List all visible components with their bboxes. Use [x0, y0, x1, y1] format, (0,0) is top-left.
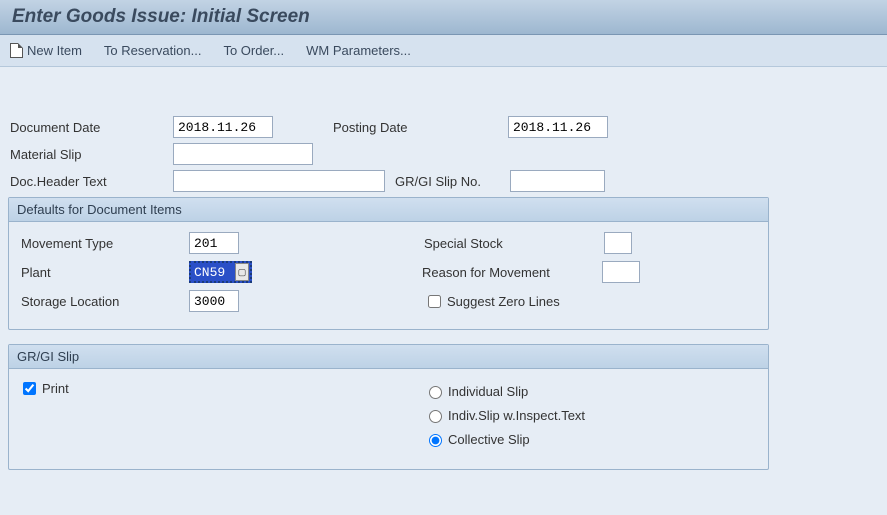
to-order-label: To Order... — [223, 43, 284, 58]
radio-collective[interactable] — [429, 434, 442, 447]
special-stock-label: Special Stock — [424, 236, 604, 251]
defaults-group: Defaults for Document Items Movement Typ… — [8, 197, 769, 330]
reason-input[interactable] — [602, 261, 640, 283]
radio-indiv-inspect-wrap[interactable]: Indiv.Slip w.Inspect.Text — [424, 407, 585, 423]
plant-input[interactable] — [192, 263, 234, 281]
defaults-group-title: Defaults for Document Items — [9, 198, 768, 222]
gr-gi-slip-no-input[interactable] — [510, 170, 605, 192]
special-stock-input[interactable] — [604, 232, 632, 254]
material-slip-input[interactable] — [173, 143, 313, 165]
to-reservation-button[interactable]: To Reservation... — [104, 43, 202, 58]
suggest-zero-label: Suggest Zero Lines — [447, 294, 560, 309]
slip-group: GR/GI Slip Print Individual Slip — [8, 344, 769, 470]
slip-group-title: GR/GI Slip — [9, 345, 768, 369]
toolbar: New Item To Reservation... To Order... W… — [0, 35, 887, 67]
storage-location-input[interactable] — [189, 290, 239, 312]
radio-individual[interactable] — [429, 386, 442, 399]
document-date-input[interactable] — [173, 116, 273, 138]
radio-indiv-inspect[interactable] — [429, 410, 442, 423]
print-wrap[interactable]: Print — [19, 379, 69, 398]
storage-location-label: Storage Location — [19, 294, 189, 309]
radio-individual-label: Individual Slip — [448, 384, 528, 399]
radio-collective-wrap[interactable]: Collective Slip — [424, 431, 530, 447]
print-checkbox[interactable] — [23, 382, 36, 395]
document-date-label: Document Date — [8, 120, 173, 135]
material-slip-label: Material Slip — [8, 147, 173, 162]
to-order-button[interactable]: To Order... — [223, 43, 284, 58]
radio-indiv-inspect-label: Indiv.Slip w.Inspect.Text — [448, 408, 585, 423]
movement-type-input[interactable] — [189, 232, 239, 254]
document-icon — [10, 43, 23, 58]
plant-search-help-button[interactable]: ▢ — [235, 263, 249, 281]
plant-label: Plant — [19, 265, 189, 280]
to-reservation-label: To Reservation... — [104, 43, 202, 58]
suggest-zero-checkbox[interactable] — [428, 295, 441, 308]
movement-type-label: Movement Type — [19, 236, 189, 251]
doc-header-text-input[interactable] — [173, 170, 385, 192]
posting-date-label: Posting Date — [333, 120, 508, 135]
radio-collective-label: Collective Slip — [448, 432, 530, 447]
wm-parameters-label: WM Parameters... — [306, 43, 411, 58]
print-label: Print — [42, 381, 69, 396]
content-area: Document Date Posting Date Material Slip… — [0, 67, 887, 478]
plant-input-wrap: ▢ — [189, 261, 252, 283]
new-item-label: New Item — [27, 43, 82, 58]
radio-individual-wrap[interactable]: Individual Slip — [424, 383, 528, 399]
posting-date-input[interactable] — [508, 116, 608, 138]
new-item-button[interactable]: New Item — [10, 43, 82, 58]
search-help-icon: ▢ — [238, 268, 247, 277]
doc-header-text-label: Doc.Header Text — [8, 174, 173, 189]
title-bar: Enter Goods Issue: Initial Screen — [0, 0, 887, 35]
reason-label: Reason for Movement — [422, 265, 602, 280]
gr-gi-slip-no-label: GR/GI Slip No. — [395, 174, 510, 189]
page-title: Enter Goods Issue: Initial Screen — [12, 6, 310, 27]
suggest-zero-wrap[interactable]: Suggest Zero Lines — [424, 292, 560, 311]
wm-parameters-button[interactable]: WM Parameters... — [306, 43, 411, 58]
